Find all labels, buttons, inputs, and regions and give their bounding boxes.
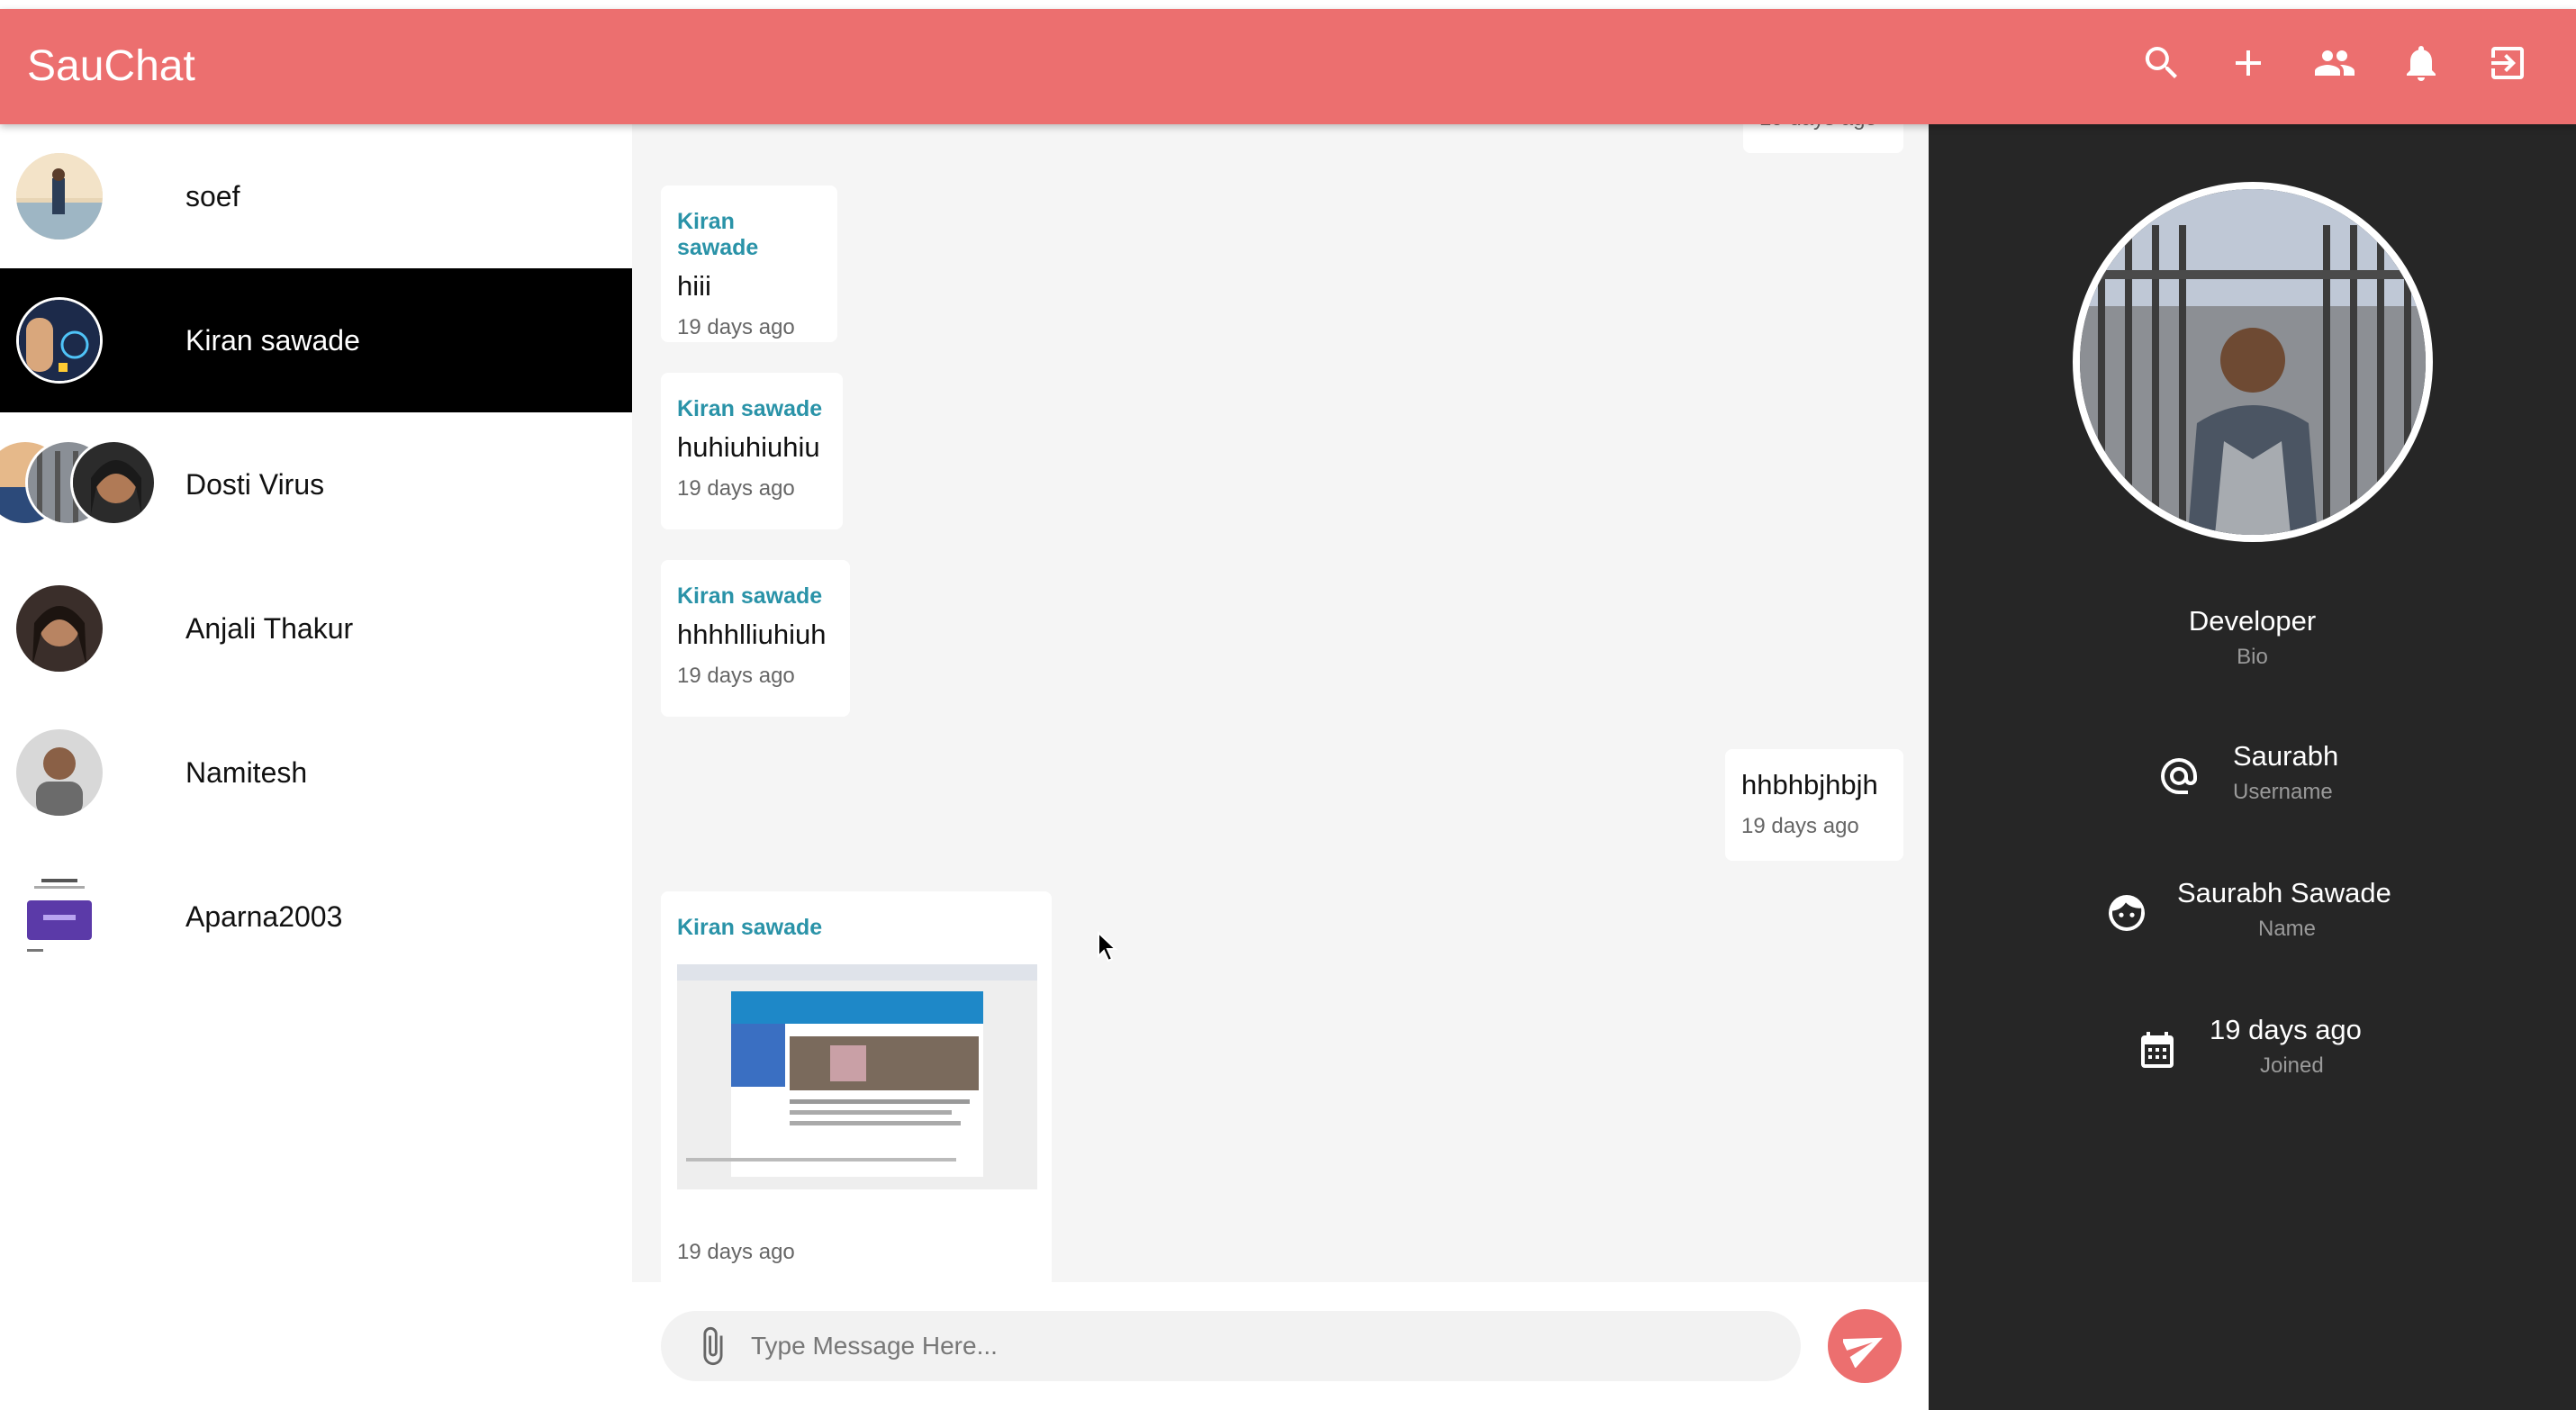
mouse-cursor — [1098, 931, 1118, 963]
contact-name: Aparna2003 — [185, 899, 343, 933]
message-time: 19 days ago — [677, 1240, 795, 1264]
message-bubble-outgoing: 19 days ago — [1743, 124, 1903, 153]
message-time: 19 days ago — [677, 476, 795, 501]
name-label: Name — [2258, 917, 2317, 941]
app-bar: SauChat — [0, 9, 2576, 124]
message-text: hiii — [677, 270, 711, 302]
message-time: 19 days ago — [677, 315, 795, 339]
joined-value: 19 days ago — [2210, 1014, 2362, 1045]
avatar — [16, 873, 103, 960]
add-button[interactable] — [2221, 36, 2275, 90]
contact-name: soef — [185, 179, 240, 212]
avatar — [16, 297, 103, 384]
message-bubble-incoming: Kiran sawade huhiuhiuhiu 19 days ago — [661, 373, 843, 529]
add-icon — [2236, 50, 2261, 76]
paperclip-icon — [703, 1326, 723, 1366]
message-sender: Kiran sawade — [677, 915, 823, 940]
profile-avatar — [2073, 182, 2433, 542]
joined-label: Joined — [2260, 1053, 2324, 1078]
message-text: huhiuhiuhiu — [677, 431, 820, 463]
profile-joined: 19 days ago Joined — [1929, 1014, 2576, 1079]
app-title: SauChat — [27, 42, 195, 90]
message-bubble-outgoing: hhbhbjhbjh 19 days ago — [1725, 749, 1903, 861]
top-strip — [0, 0, 2576, 9]
contact-name: Namitesh — [185, 755, 308, 789]
message-time: 19 days ago — [677, 664, 795, 688]
contact-name: Kiran sawade — [185, 323, 360, 357]
message-sender: Kiran sawade — [677, 583, 823, 609]
logout-button[interactable] — [2481, 36, 2535, 90]
bio-label: Bio — [2237, 645, 2268, 669]
profile-name: Saurabh Sawade Name — [1929, 877, 2576, 942]
contact-name: Dosti Virus — [185, 467, 325, 501]
bio-value: Developer — [2188, 605, 2317, 637]
message-bubble-incoming: Kiran sawade 19 days ago — [661, 891, 1052, 1282]
message-sender: Kiran sawade — [677, 209, 759, 260]
avatar — [16, 729, 103, 816]
contact-aparna2003[interactable]: Aparna2003 — [0, 845, 632, 989]
contact-soef[interactable]: soef — [0, 124, 632, 268]
message-sender: Kiran sawade — [677, 396, 823, 421]
send-button[interactable] — [1828, 1309, 1902, 1383]
contact-name: Anjali Thakur — [185, 611, 354, 645]
username-value: Saurabh — [2233, 740, 2339, 772]
notifications-button[interactable] — [2394, 36, 2448, 90]
attach-button[interactable] — [691, 1325, 733, 1367]
message-bubble-incoming: Kiran sawade hhhhlliuhiuh 19 days ago — [661, 560, 850, 717]
profile-bio: Developer Bio — [1929, 605, 2576, 670]
avatar — [16, 585, 103, 672]
profile-username: Saurabh Username — [1929, 740, 2576, 805]
message-text: hhhhlliuhiuh — [677, 619, 827, 650]
message-bubble-incoming: Kiran sawade hiii 19 days ago — [661, 185, 837, 342]
logout-icon — [2491, 47, 2524, 79]
message-text: hhbhbjhbjh — [1741, 769, 1878, 800]
message-input-wrapper — [661, 1311, 1801, 1381]
message-time: 19 days ago — [1759, 124, 1877, 131]
search-button[interactable] — [2135, 36, 2189, 90]
message-image[interactable] — [677, 964, 1037, 1189]
search-icon — [2145, 47, 2177, 78]
group-button[interactable] — [2308, 36, 2362, 90]
notifications-icon — [2407, 46, 2436, 81]
username-label: Username — [2233, 780, 2333, 804]
avatar — [70, 439, 157, 526]
contact-namitesh[interactable]: Namitesh — [0, 700, 632, 845]
message-input[interactable] — [751, 1311, 1777, 1381]
group-icon — [2315, 50, 2355, 76]
name-value: Saurabh Sawade — [2177, 877, 2391, 908]
contacts-sidebar: soef Kiran sawade Dosti Virus Anjali Tha… — [0, 124, 632, 1410]
app-bar-actions — [2135, 36, 2535, 90]
contact-anjali-thakur[interactable]: Anjali Thakur — [0, 556, 632, 700]
contact-kiran-sawade[interactable]: Kiran sawade — [0, 268, 632, 412]
avatar — [16, 153, 103, 240]
message-time: 19 days ago — [1741, 814, 1859, 838]
send-icon — [1843, 1337, 1883, 1368]
contact-dosti-virus[interactable]: Dosti Virus — [0, 412, 632, 556]
chat-messages[interactable]: 19 days ago Kiran sawade hiii 19 days ag… — [632, 124, 1929, 1282]
profile-panel: Developer Bio Saurabh Username Saurabh S… — [1929, 124, 2576, 1410]
message-composer — [632, 1282, 1929, 1410]
